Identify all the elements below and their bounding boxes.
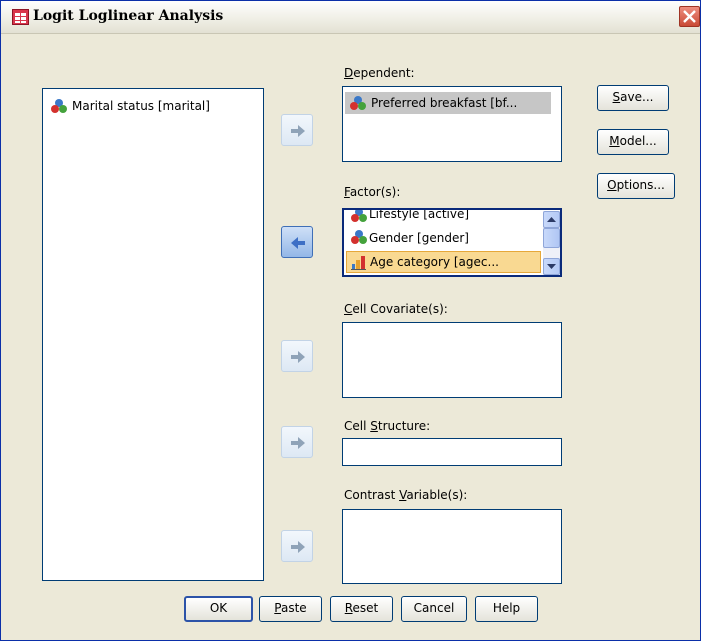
title-bar[interactable]: Logit Loglinear Analysis: [1, 1, 700, 34]
move-to-cell-structure-button[interactable]: [281, 426, 313, 458]
app-table-icon: [12, 9, 29, 25]
cell-covariates-list[interactable]: [342, 322, 562, 398]
move-to-dependent-button[interactable]: [281, 114, 313, 146]
list-item[interactable]: Gender [gender]: [347, 228, 541, 248]
window-title: Logit Loglinear Analysis: [33, 8, 224, 24]
cancel-button[interactable]: Cancel: [401, 596, 467, 622]
factors-scrollbar[interactable]: [543, 211, 560, 275]
variable-label: Gender [gender]: [369, 231, 469, 245]
close-button[interactable]: [679, 6, 700, 27]
move-from-factors-button[interactable]: [281, 226, 313, 258]
cell-structure-field[interactable]: [342, 438, 562, 466]
scroll-thumb[interactable]: [543, 228, 560, 248]
factors-list[interactable]: Lifestyle [active] Gender [gender] Age c…: [342, 208, 562, 277]
variable-label: Age category [agec...: [370, 255, 499, 269]
close-icon: [683, 10, 696, 23]
cell-covariates-label: Cell Covariate(s):: [344, 302, 448, 316]
arrow-left-icon: [291, 237, 305, 249]
dependent-label: Dependent:: [344, 66, 415, 80]
scroll-down-button[interactable]: [543, 258, 560, 275]
move-to-cell-covariates-button[interactable]: [281, 340, 313, 372]
chevron-up-icon: [547, 217, 556, 222]
nominal-icon: [350, 96, 366, 110]
variable-label: Lifestyle [active]: [369, 208, 470, 221]
reset-button[interactable]: Reset: [330, 596, 393, 622]
paste-button[interactable]: Paste: [259, 596, 322, 622]
save-button[interactable]: Save...: [597, 85, 669, 111]
nominal-icon: [351, 210, 367, 222]
chevron-down-icon: [547, 264, 556, 269]
nominal-icon: [51, 99, 67, 113]
contrast-variables-label: Contrast Variable(s):: [344, 488, 468, 502]
nominal-icon: [351, 230, 367, 244]
options-button[interactable]: Options...: [597, 173, 675, 199]
model-button[interactable]: Model...: [597, 129, 669, 155]
factors-label: Factor(s):: [344, 185, 401, 199]
source-variable-list[interactable]: Marital status [marital]: [42, 88, 264, 581]
cell-structure-label: Cell Structure:: [344, 419, 431, 433]
move-to-contrast-button[interactable]: [281, 530, 313, 562]
ordinal-icon: [351, 255, 367, 270]
ok-button[interactable]: OK: [184, 596, 253, 622]
contrast-variables-list[interactable]: [342, 509, 562, 584]
dialog-window: Logit Loglinear Analysis Marital status …: [0, 0, 701, 641]
variable-label: Marital status [marital]: [72, 99, 210, 113]
list-item[interactable]: Preferred breakfast [bf...: [345, 92, 551, 114]
arrow-right-icon: [291, 541, 305, 553]
list-item[interactable]: Age category [agec...: [346, 251, 541, 273]
arrow-right-icon: [291, 437, 305, 449]
help-button[interactable]: Help: [475, 596, 538, 622]
arrow-right-icon: [291, 125, 305, 137]
dependent-list[interactable]: Preferred breakfast [bf...: [342, 86, 562, 162]
arrow-right-icon: [291, 351, 305, 363]
list-item[interactable]: Lifestyle [active]: [347, 208, 541, 226]
scroll-up-button[interactable]: [543, 211, 560, 228]
variable-label: Preferred breakfast [bf...: [371, 96, 518, 110]
